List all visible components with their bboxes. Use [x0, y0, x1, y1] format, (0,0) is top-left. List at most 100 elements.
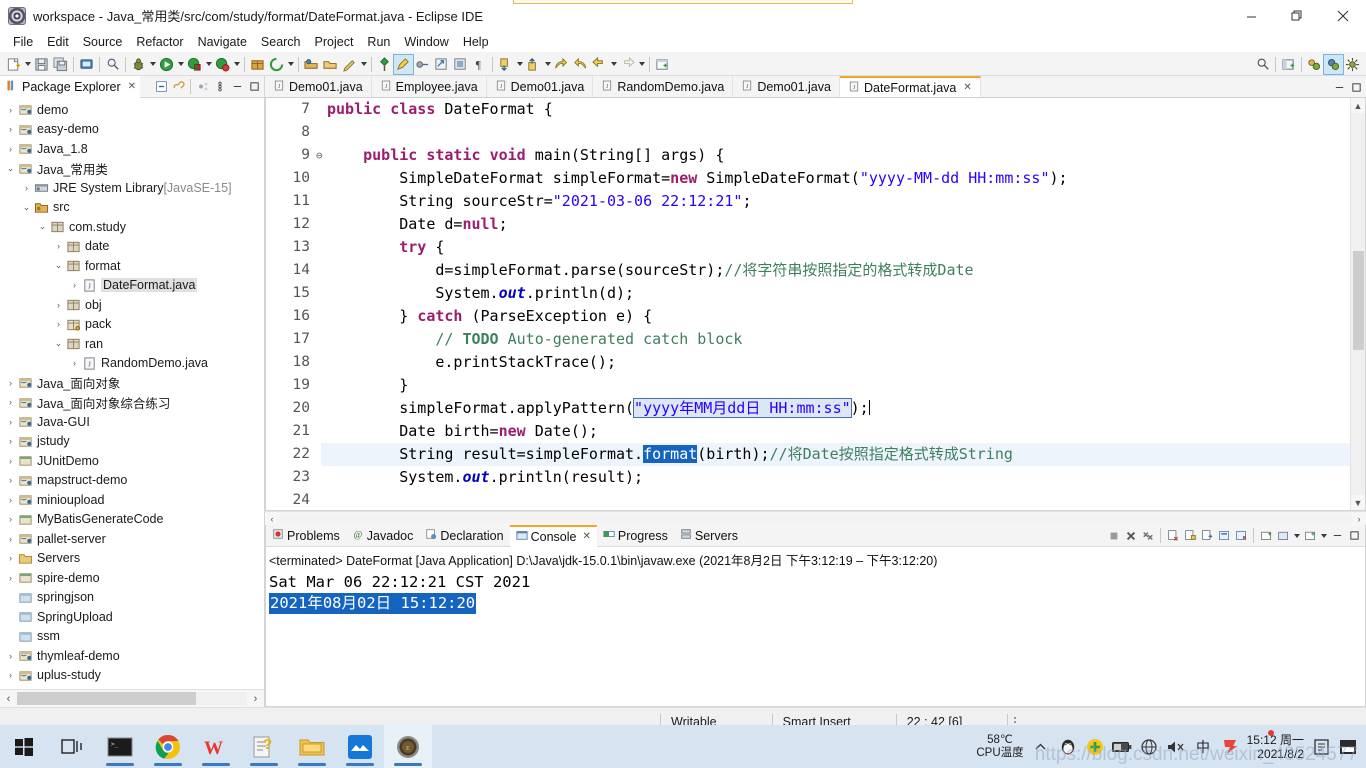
- console-output[interactable]: Sat Mar 06 22:12:21 CST 2021 2021年08月02日 …: [266, 571, 1365, 706]
- qq-icon[interactable]: [1058, 737, 1078, 757]
- tree-item[interactable]: › date: [0, 237, 264, 257]
- save-icon[interactable]: [32, 55, 51, 74]
- explorer-horizontal-scrollbar[interactable]: ‹ ›: [0, 689, 264, 707]
- minimize-button[interactable]: [1228, 0, 1274, 32]
- new-window-icon[interactable]: [653, 55, 672, 74]
- code-line[interactable]: Date birth=new Date();: [321, 420, 1350, 443]
- tab-package-explorer[interactable]: Package Explorer ✕: [0, 75, 141, 98]
- expand-arrow-closed-icon[interactable]: ›: [4, 456, 17, 466]
- code-line[interactable]: [321, 489, 1350, 510]
- console-view-tab[interactable]: Console ✕: [509, 524, 597, 547]
- maximize-icon[interactable]: [246, 79, 262, 95]
- tree-item[interactable]: › Java_面向对象综合练习: [0, 393, 264, 413]
- minimize-editor-icon[interactable]: [1331, 79, 1347, 95]
- refresh-icon[interactable]: [451, 55, 470, 74]
- menu-navigate[interactable]: Navigate: [191, 33, 254, 51]
- expand-arrow-open-icon[interactable]: ⌄: [4, 163, 17, 174]
- expand-arrow-closed-icon[interactable]: ›: [52, 241, 65, 251]
- editor-tab[interactable]: J RandomDemo.java: [593, 76, 734, 97]
- expand-arrow-closed-icon[interactable]: ›: [4, 397, 17, 407]
- code-line[interactable]: Date d=null;: [321, 213, 1350, 236]
- editor-tab[interactable]: J Employee.java: [371, 76, 487, 97]
- expand-arrow-closed-icon[interactable]: ›: [4, 475, 17, 485]
- java-ee-perspective-icon[interactable]: [1305, 55, 1324, 74]
- tree-item[interactable]: ssm: [0, 627, 264, 647]
- menu-edit[interactable]: Edit: [40, 33, 76, 51]
- blue-app[interactable]: [336, 725, 384, 768]
- tree-item[interactable]: › obj: [0, 295, 264, 315]
- previous-annotation-icon[interactable]: [524, 55, 543, 74]
- expand-arrow-closed-icon[interactable]: ›: [4, 534, 17, 544]
- console-view-caret[interactable]: [1292, 526, 1301, 545]
- scroll-thumb[interactable]: [17, 692, 197, 705]
- start-button[interactable]: [0, 725, 48, 768]
- new-console-caret[interactable]: [1319, 526, 1328, 545]
- close-button[interactable]: [1320, 0, 1366, 32]
- expand-arrow-closed-icon[interactable]: ›: [52, 319, 65, 329]
- scroll-lock-icon[interactable]: [1182, 528, 1198, 544]
- annotation-icon[interactable]: [375, 55, 394, 74]
- taskbar-clock[interactable]: 15:12 周一 2021/8/2: [1247, 733, 1304, 761]
- profile-dropdown-caret[interactable]: [232, 55, 241, 74]
- link-icon[interactable]: [432, 55, 451, 74]
- maximize-editor-icon[interactable]: [1348, 79, 1364, 95]
- expand-arrow-closed-icon[interactable]: ›: [4, 670, 17, 680]
- new-icon[interactable]: [4, 55, 23, 74]
- prev-edit-caret[interactable]: [609, 55, 618, 74]
- next-annotation-icon[interactable]: [496, 55, 515, 74]
- menu-help[interactable]: Help: [456, 33, 496, 51]
- code-line[interactable]: simpleFormat.applyPattern("yyyy年MM月dd日 H…: [321, 397, 1350, 420]
- marker-bar[interactable]: [266, 98, 278, 510]
- view-menu-icon[interactable]: [212, 79, 228, 95]
- tree-item[interactable]: › mapstruct-demo: [0, 471, 264, 491]
- task-view-button[interactable]: [48, 725, 96, 768]
- notification-icon[interactable]: [1311, 737, 1331, 757]
- editor-hscroll-track[interactable]: [279, 513, 1352, 524]
- forward-icon[interactable]: [571, 55, 590, 74]
- run-dropdown-caret[interactable]: [176, 55, 185, 74]
- word-wrap-icon[interactable]: [1199, 528, 1215, 544]
- expand-arrow-closed-icon[interactable]: ›: [4, 144, 17, 154]
- tree-item[interactable]: › thymleaf-demo: [0, 646, 264, 666]
- remove-launch-icon[interactable]: [1123, 528, 1139, 544]
- tree-item[interactable]: › MyBatisGenerateCode: [0, 510, 264, 530]
- debug-dropdown-caret[interactable]: [148, 55, 157, 74]
- perspective-open-icon[interactable]: [1279, 55, 1298, 74]
- debug-perspective-icon[interactable]: [1343, 55, 1362, 74]
- scroll-left-arrow[interactable]: ‹: [0, 690, 17, 707]
- expand-arrow-closed-icon[interactable]: ›: [68, 280, 81, 290]
- scroll-track[interactable]: [17, 692, 247, 705]
- editor-tab[interactable]: J Demo01.java: [733, 76, 840, 97]
- expand-arrow-closed-icon[interactable]: ›: [4, 378, 17, 388]
- security-icon[interactable]: [1085, 737, 1105, 757]
- code-line[interactable]: public static void main(String[] args) {: [321, 144, 1350, 167]
- code-line[interactable]: } catch (ParseException e) {: [321, 305, 1350, 328]
- expand-arrow-closed-icon[interactable]: ›: [68, 358, 81, 368]
- search-magnifier-icon[interactable]: [1253, 55, 1272, 74]
- collapse-all-icon[interactable]: [153, 79, 169, 95]
- expand-arrow-open-icon[interactable]: ⌄: [20, 202, 33, 213]
- editor-tab[interactable]: J DateFormat.java ✕: [839, 76, 981, 97]
- coverage-icon[interactable]: [185, 55, 204, 74]
- expand-arrow-closed-icon[interactable]: ›: [4, 124, 17, 134]
- marker-icon[interactable]: [393, 53, 414, 75]
- minimize-icon[interactable]: [229, 79, 245, 95]
- help-doc-app[interactable]: ?: [240, 725, 288, 768]
- tree-item[interactable]: › pack: [0, 315, 264, 335]
- toggle-icon[interactable]: [413, 55, 432, 74]
- expand-arrow-closed-icon[interactable]: ›: [4, 553, 17, 563]
- action-center-icon[interactable]: [1338, 737, 1358, 757]
- chrome-app[interactable]: [144, 725, 192, 768]
- console-view-tab[interactable]: @ Javadoc: [346, 525, 420, 547]
- tree-item[interactable]: › jstudy: [0, 432, 264, 452]
- console-output-line[interactable]: Sat Mar 06 22:12:21 CST 2021: [269, 573, 530, 591]
- pilcrow-icon[interactable]: ¶: [470, 55, 489, 74]
- battery-icon[interactable]: [1111, 737, 1132, 757]
- pin-console-icon[interactable]: [1216, 528, 1232, 544]
- skip-breakpoints-icon[interactable]: [340, 55, 359, 74]
- terminal-app[interactable]: >_: [96, 725, 144, 768]
- code-line[interactable]: try {: [321, 236, 1350, 259]
- tree-item[interactable]: ⌄ ran: [0, 334, 264, 354]
- tree-item[interactable]: ⌄ com.study: [0, 217, 264, 237]
- tree-item[interactable]: › Java_面向对象: [0, 373, 264, 393]
